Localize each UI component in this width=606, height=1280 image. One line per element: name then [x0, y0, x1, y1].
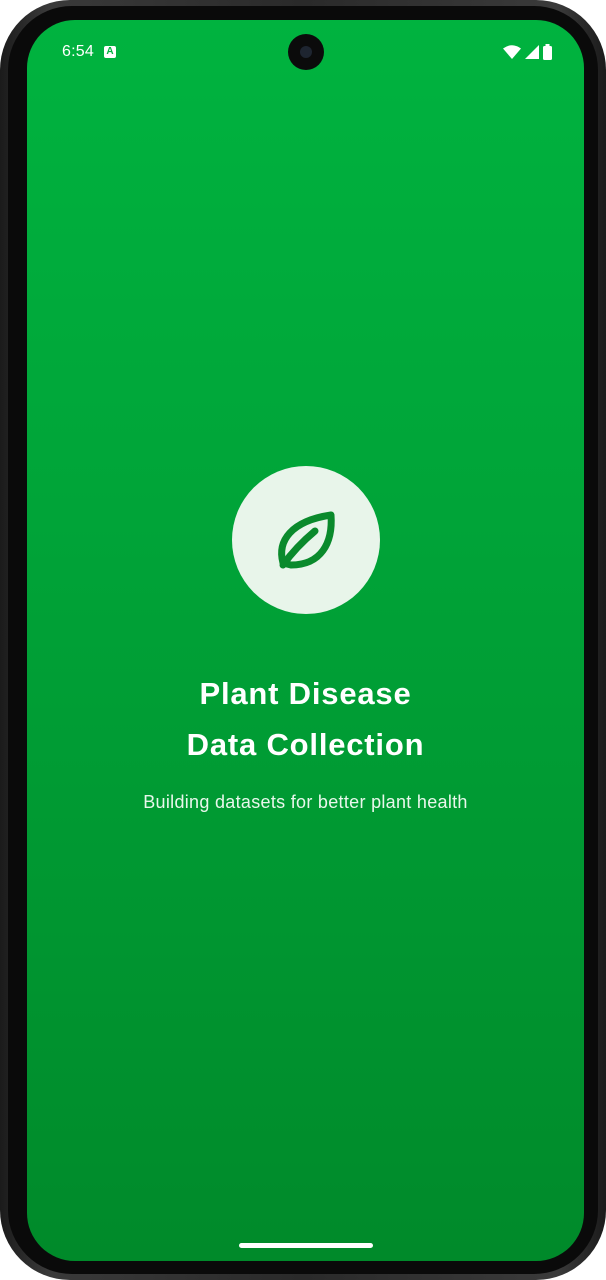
- app-subtitle: Building datasets for better plant healt…: [143, 792, 468, 812]
- app-title-line-2: Data Collection: [186, 727, 425, 762]
- phone-frame: 6:54 A Plant Disease Data Collection Bui…: [0, 0, 606, 1280]
- logo-circle: [232, 466, 380, 614]
- app-title: Plant Disease Data Collection: [27, 668, 584, 770]
- app-title-line-1: Plant Disease: [199, 676, 412, 711]
- home-indicator[interactable]: [239, 1243, 373, 1248]
- leaf-icon: [278, 511, 335, 569]
- app-screen: 6:54 A Plant Disease Data Collection Bui…: [27, 20, 584, 1261]
- splash-content: Plant Disease Data Collection Building d…: [27, 20, 584, 1261]
